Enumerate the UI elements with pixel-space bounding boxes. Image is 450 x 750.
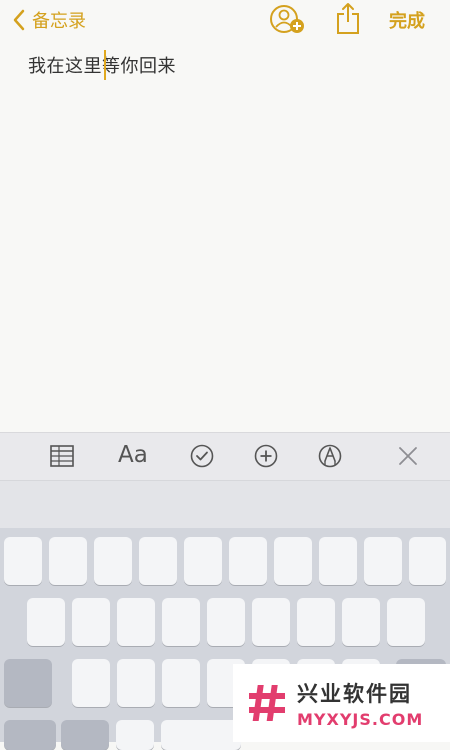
keyboard-key[interactable] [72, 598, 110, 646]
done-button[interactable]: 完成 [389, 7, 425, 33]
keyboard-key[interactable] [162, 598, 200, 646]
navigation-bar: 备忘录 完成 [0, 0, 450, 44]
keyboard-key[interactable] [4, 537, 42, 585]
keyboard-key[interactable] [207, 598, 245, 646]
close-icon[interactable] [398, 446, 418, 466]
keyboard-key[interactable] [274, 537, 312, 585]
site-logo-icon [249, 685, 285, 721]
back-button[interactable]: 备忘录 [12, 6, 86, 34]
plus-circle-icon[interactable] [254, 444, 278, 468]
keyboard-key[interactable] [297, 598, 335, 646]
back-button-label: 备忘录 [32, 11, 86, 32]
keyboard-key[interactable] [139, 537, 177, 585]
keyboard-key[interactable] [117, 659, 155, 707]
space-key[interactable] [161, 720, 241, 750]
keyboard-key[interactable] [229, 537, 267, 585]
markup-pen-icon[interactable] [318, 444, 342, 468]
keyboard-key[interactable] [342, 598, 380, 646]
keyboard-key[interactable] [117, 598, 155, 646]
keyboard-key[interactable] [364, 537, 402, 585]
watermark: 兴业软件园 MYXYJS.COM [233, 664, 450, 742]
keyboard-key[interactable] [319, 537, 357, 585]
checklist-icon[interactable] [190, 444, 214, 468]
format-toolbar: Aa [0, 432, 450, 481]
globe-key[interactable] [61, 720, 109, 750]
watermark-subtitle: MYXYJS.COM [297, 709, 424, 729]
text-cursor [104, 50, 106, 80]
add-people-icon[interactable] [268, 3, 306, 35]
keyboard-key[interactable] [27, 598, 65, 646]
keyboard-key[interactable] [94, 537, 132, 585]
keyboard-key[interactable] [116, 720, 154, 750]
note-content[interactable]: 我在这里等你回来 [28, 52, 176, 78]
keyboard-key[interactable] [72, 659, 110, 707]
suggestion-bar [0, 480, 450, 529]
keyboard-key[interactable] [162, 659, 200, 707]
watermark-title: 兴业软件园 [297, 681, 412, 706]
keyboard-key[interactable] [49, 537, 87, 585]
keyboard-key[interactable] [184, 537, 222, 585]
share-icon[interactable] [336, 1, 360, 35]
number-toggle-key[interactable] [4, 720, 56, 750]
shift-key[interactable] [4, 659, 52, 707]
chevron-left-icon [13, 9, 25, 31]
text-format-icon[interactable]: Aa [118, 442, 148, 468]
keyboard-key[interactable] [252, 598, 290, 646]
keyboard-key[interactable] [387, 598, 425, 646]
table-icon[interactable] [50, 445, 74, 467]
keyboard-key[interactable] [409, 537, 446, 585]
